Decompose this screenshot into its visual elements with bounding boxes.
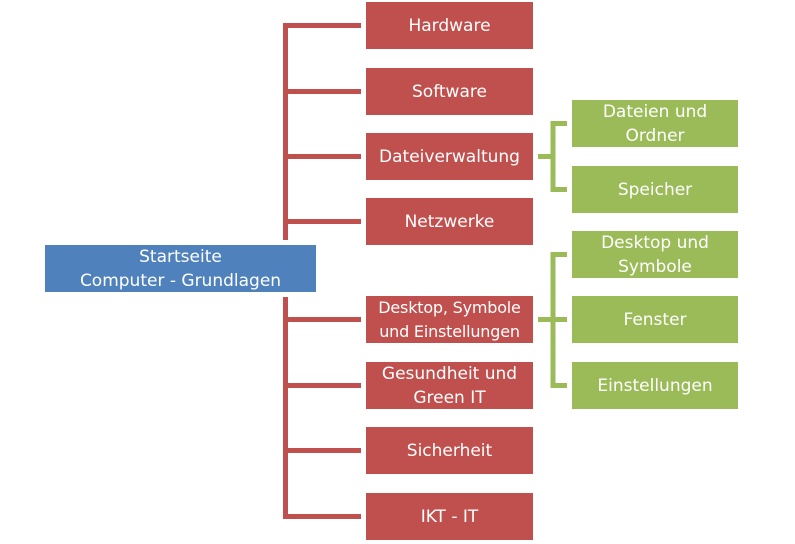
node-sicherheit[interactable]: Sicherheit (366, 427, 533, 474)
dateiverwaltung-connector (538, 121, 567, 192)
desktop-connector (538, 252, 567, 388)
node-fenster[interactable]: Fenster (572, 296, 738, 343)
node-desktop-und-symbole[interactable]: Desktop und Symbole (572, 231, 738, 278)
node-dateiverwaltung[interactable]: Dateiverwaltung (366, 133, 533, 180)
node-desktop-symbole-einstellungen[interactable]: Desktop, Symbole und Einstellungen (366, 296, 533, 343)
node-dateien-und-ordner[interactable]: Dateien und Ordner (572, 100, 738, 147)
root-node-startseite[interactable]: Startseite Computer - Grundlagen (45, 245, 316, 292)
node-speicher[interactable]: Speicher (572, 166, 738, 213)
node-netzwerke[interactable]: Netzwerke (366, 198, 533, 245)
node-gesundheit-green-it[interactable]: Gesundheit und Green IT (366, 362, 533, 409)
node-software[interactable]: Software (366, 68, 533, 115)
node-hardware[interactable]: Hardware (366, 2, 533, 49)
node-einstellungen[interactable]: Einstellungen (572, 362, 738, 409)
node-ikt-it[interactable]: IKT - IT (366, 493, 533, 540)
